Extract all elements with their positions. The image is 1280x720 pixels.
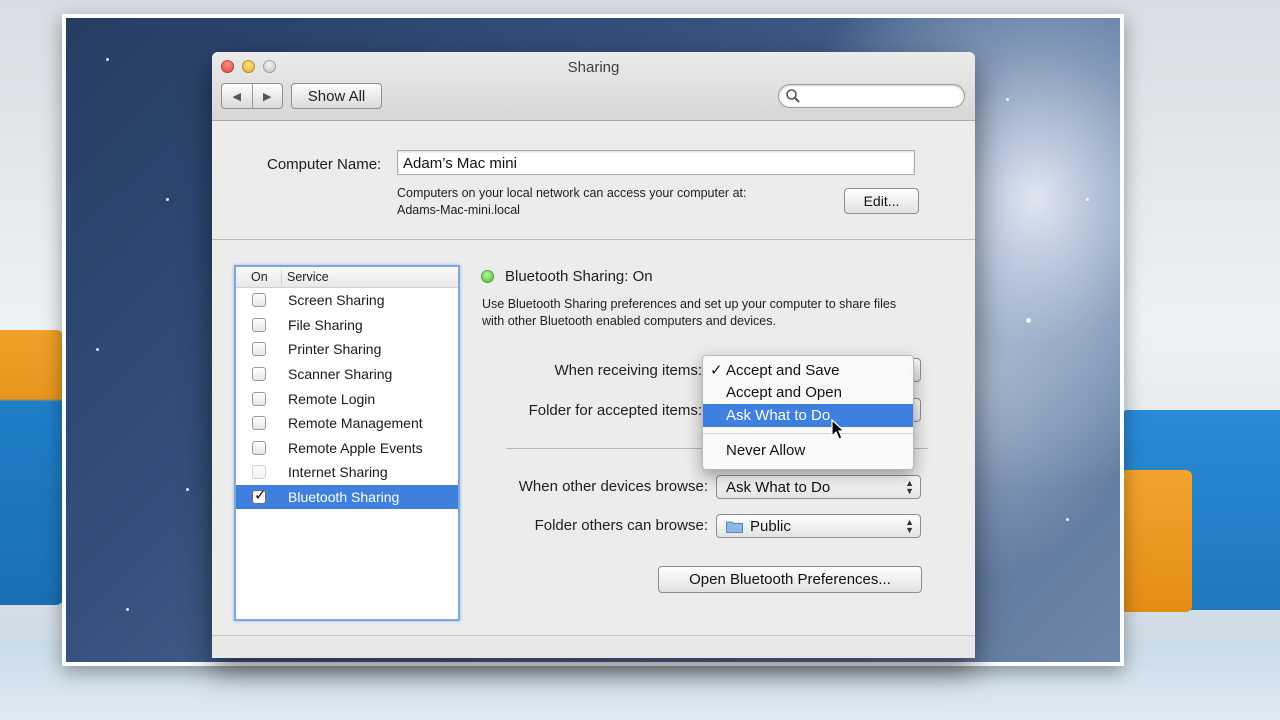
computer-name-field[interactable]: Adam’s Mac mini [397, 150, 915, 175]
sharing-window: Sharing ◀ ▶ Show All Computer Name: Adam… [212, 52, 975, 658]
service-row-remote-management[interactable]: Remote Management [236, 411, 458, 436]
menu-item-ask-what-to-do[interactable]: Ask What to Do [703, 404, 913, 427]
header-service: Service [287, 270, 329, 284]
star [1026, 318, 1031, 323]
star [106, 58, 109, 61]
section-divider [212, 239, 975, 240]
star [186, 488, 189, 491]
service-checkbox[interactable] [252, 416, 266, 431]
menu-item-accept-and-save[interactable]: ✓ Accept and Save [703, 359, 913, 382]
menu-item-accept-and-open[interactable]: Accept and Open [703, 382, 913, 405]
header-on: On [236, 270, 282, 284]
open-bluetooth-preferences-button[interactable]: Open Bluetooth Preferences... [658, 566, 922, 593]
service-label: File Sharing [288, 316, 363, 333]
service-row-internet-sharing[interactable]: Internet Sharing [236, 460, 458, 485]
star [1066, 518, 1069, 521]
receiving-items-menu: ✓ Accept and Save Accept and Open Ask Wha… [702, 355, 914, 470]
network-info-text: Computers on your local network can acce… [397, 186, 747, 200]
service-checkbox[interactable] [252, 342, 266, 357]
service-checkbox[interactable]: ✓ [252, 487, 267, 505]
search-input[interactable] [778, 84, 965, 108]
description-line: with other Bluetooth enabled computers a… [482, 313, 776, 328]
service-checkbox[interactable] [252, 367, 266, 382]
service-checkbox[interactable] [252, 391, 266, 406]
menu-item-never-allow[interactable]: Never Allow [703, 440, 913, 463]
service-label: Remote Management [288, 415, 423, 432]
receiving-items-label: When receiving items: [554, 362, 702, 379]
bluetooth-description: Use Bluetooth Sharing preferences and se… [482, 296, 952, 329]
description-line: Use Bluetooth Sharing preferences and se… [482, 297, 897, 311]
show-all-button[interactable]: Show All [291, 83, 382, 109]
service-label: Screen Sharing [288, 292, 385, 309]
browse-folder-label: Folder others can browse: [534, 517, 708, 534]
service-label: Internet Sharing [288, 464, 388, 481]
service-checkbox[interactable] [252, 293, 266, 308]
bluetooth-status: Bluetooth Sharing: On [505, 268, 653, 285]
background-cushion-right [1120, 470, 1192, 612]
forward-arrow-icon: ▶ [263, 90, 272, 103]
window-title: Sharing [567, 59, 620, 76]
mouse-pointer-icon [831, 419, 846, 440]
forward-button[interactable]: ▶ [251, 84, 283, 108]
back-button[interactable]: ◀ [222, 84, 252, 108]
menu-separator [703, 432, 913, 434]
service-list: On Service Screen Sharing File Sharing P… [234, 265, 460, 621]
star [1006, 98, 1009, 101]
service-row-file-sharing[interactable]: File Sharing [236, 313, 458, 338]
menu-item-label: Accept and Open [726, 384, 842, 402]
service-row-scanner-sharing[interactable]: Scanner Sharing [236, 362, 458, 387]
star [1086, 198, 1089, 201]
star [96, 348, 99, 351]
menu-item-label: Ask What to Do [726, 406, 831, 424]
service-row-remote-apple-events[interactable]: Remote Apple Events [236, 436, 458, 461]
service-row-remote-login[interactable]: Remote Login [236, 386, 458, 411]
menu-item-label: Never Allow [726, 442, 806, 460]
network-address-info: Computers on your local network can acce… [397, 185, 746, 219]
checkmark-icon: ✓ [710, 362, 723, 379]
background-sofa-left [0, 330, 64, 605]
browse-popup-value: Ask What to Do [726, 478, 831, 496]
service-list-header: On Service [236, 267, 458, 288]
folder-icon [726, 521, 743, 533]
window-bottom-bar [212, 635, 975, 658]
window-titlebar: Sharing ◀ ▶ Show All [212, 52, 975, 121]
back-arrow-icon: ◀ [232, 90, 241, 103]
service-label: Scanner Sharing [288, 366, 393, 383]
search-icon [786, 89, 800, 103]
network-address: Adams-Mac-mini.local [397, 203, 520, 217]
service-row-screen-sharing[interactable]: Screen Sharing [236, 288, 458, 313]
browse-label: When other devices browse: [518, 478, 708, 495]
popup-arrows-icon: ▲▼ [905, 478, 914, 496]
service-label: Remote Apple Events [288, 439, 423, 456]
service-checkbox[interactable] [252, 317, 266, 332]
browse-folder-popup[interactable]: Public ▲ ▼ [716, 514, 921, 538]
star [166, 198, 169, 201]
star [126, 608, 129, 611]
service-row-printer-sharing[interactable]: Printer Sharing [236, 337, 458, 362]
service-checkbox[interactable] [252, 465, 266, 480]
accepted-folder-label: Folder for accepted items: [528, 402, 702, 419]
browse-popup[interactable]: Ask What to Do ▲ ▼ [716, 475, 921, 499]
checkmark-icon: ✓ [254, 487, 267, 505]
service-label: Remote Login [288, 390, 376, 407]
computer-name-label: Computer Name: [267, 156, 382, 173]
popup-arrows-icon: ▲▼ [905, 517, 914, 535]
service-row-bluetooth-sharing[interactable]: ✓ Bluetooth Sharing [236, 484, 458, 510]
service-label: Bluetooth Sharing [288, 489, 400, 506]
back-forward-group: ◀ ▶ [221, 83, 283, 109]
edit-button[interactable]: Edit... [844, 188, 919, 214]
browse-folder-value: Public [750, 517, 791, 535]
service-label: Printer Sharing [288, 341, 382, 358]
status-indicator-icon [482, 271, 493, 282]
service-checkbox[interactable] [252, 440, 266, 455]
menu-item-label: Accept and Save [726, 361, 840, 379]
